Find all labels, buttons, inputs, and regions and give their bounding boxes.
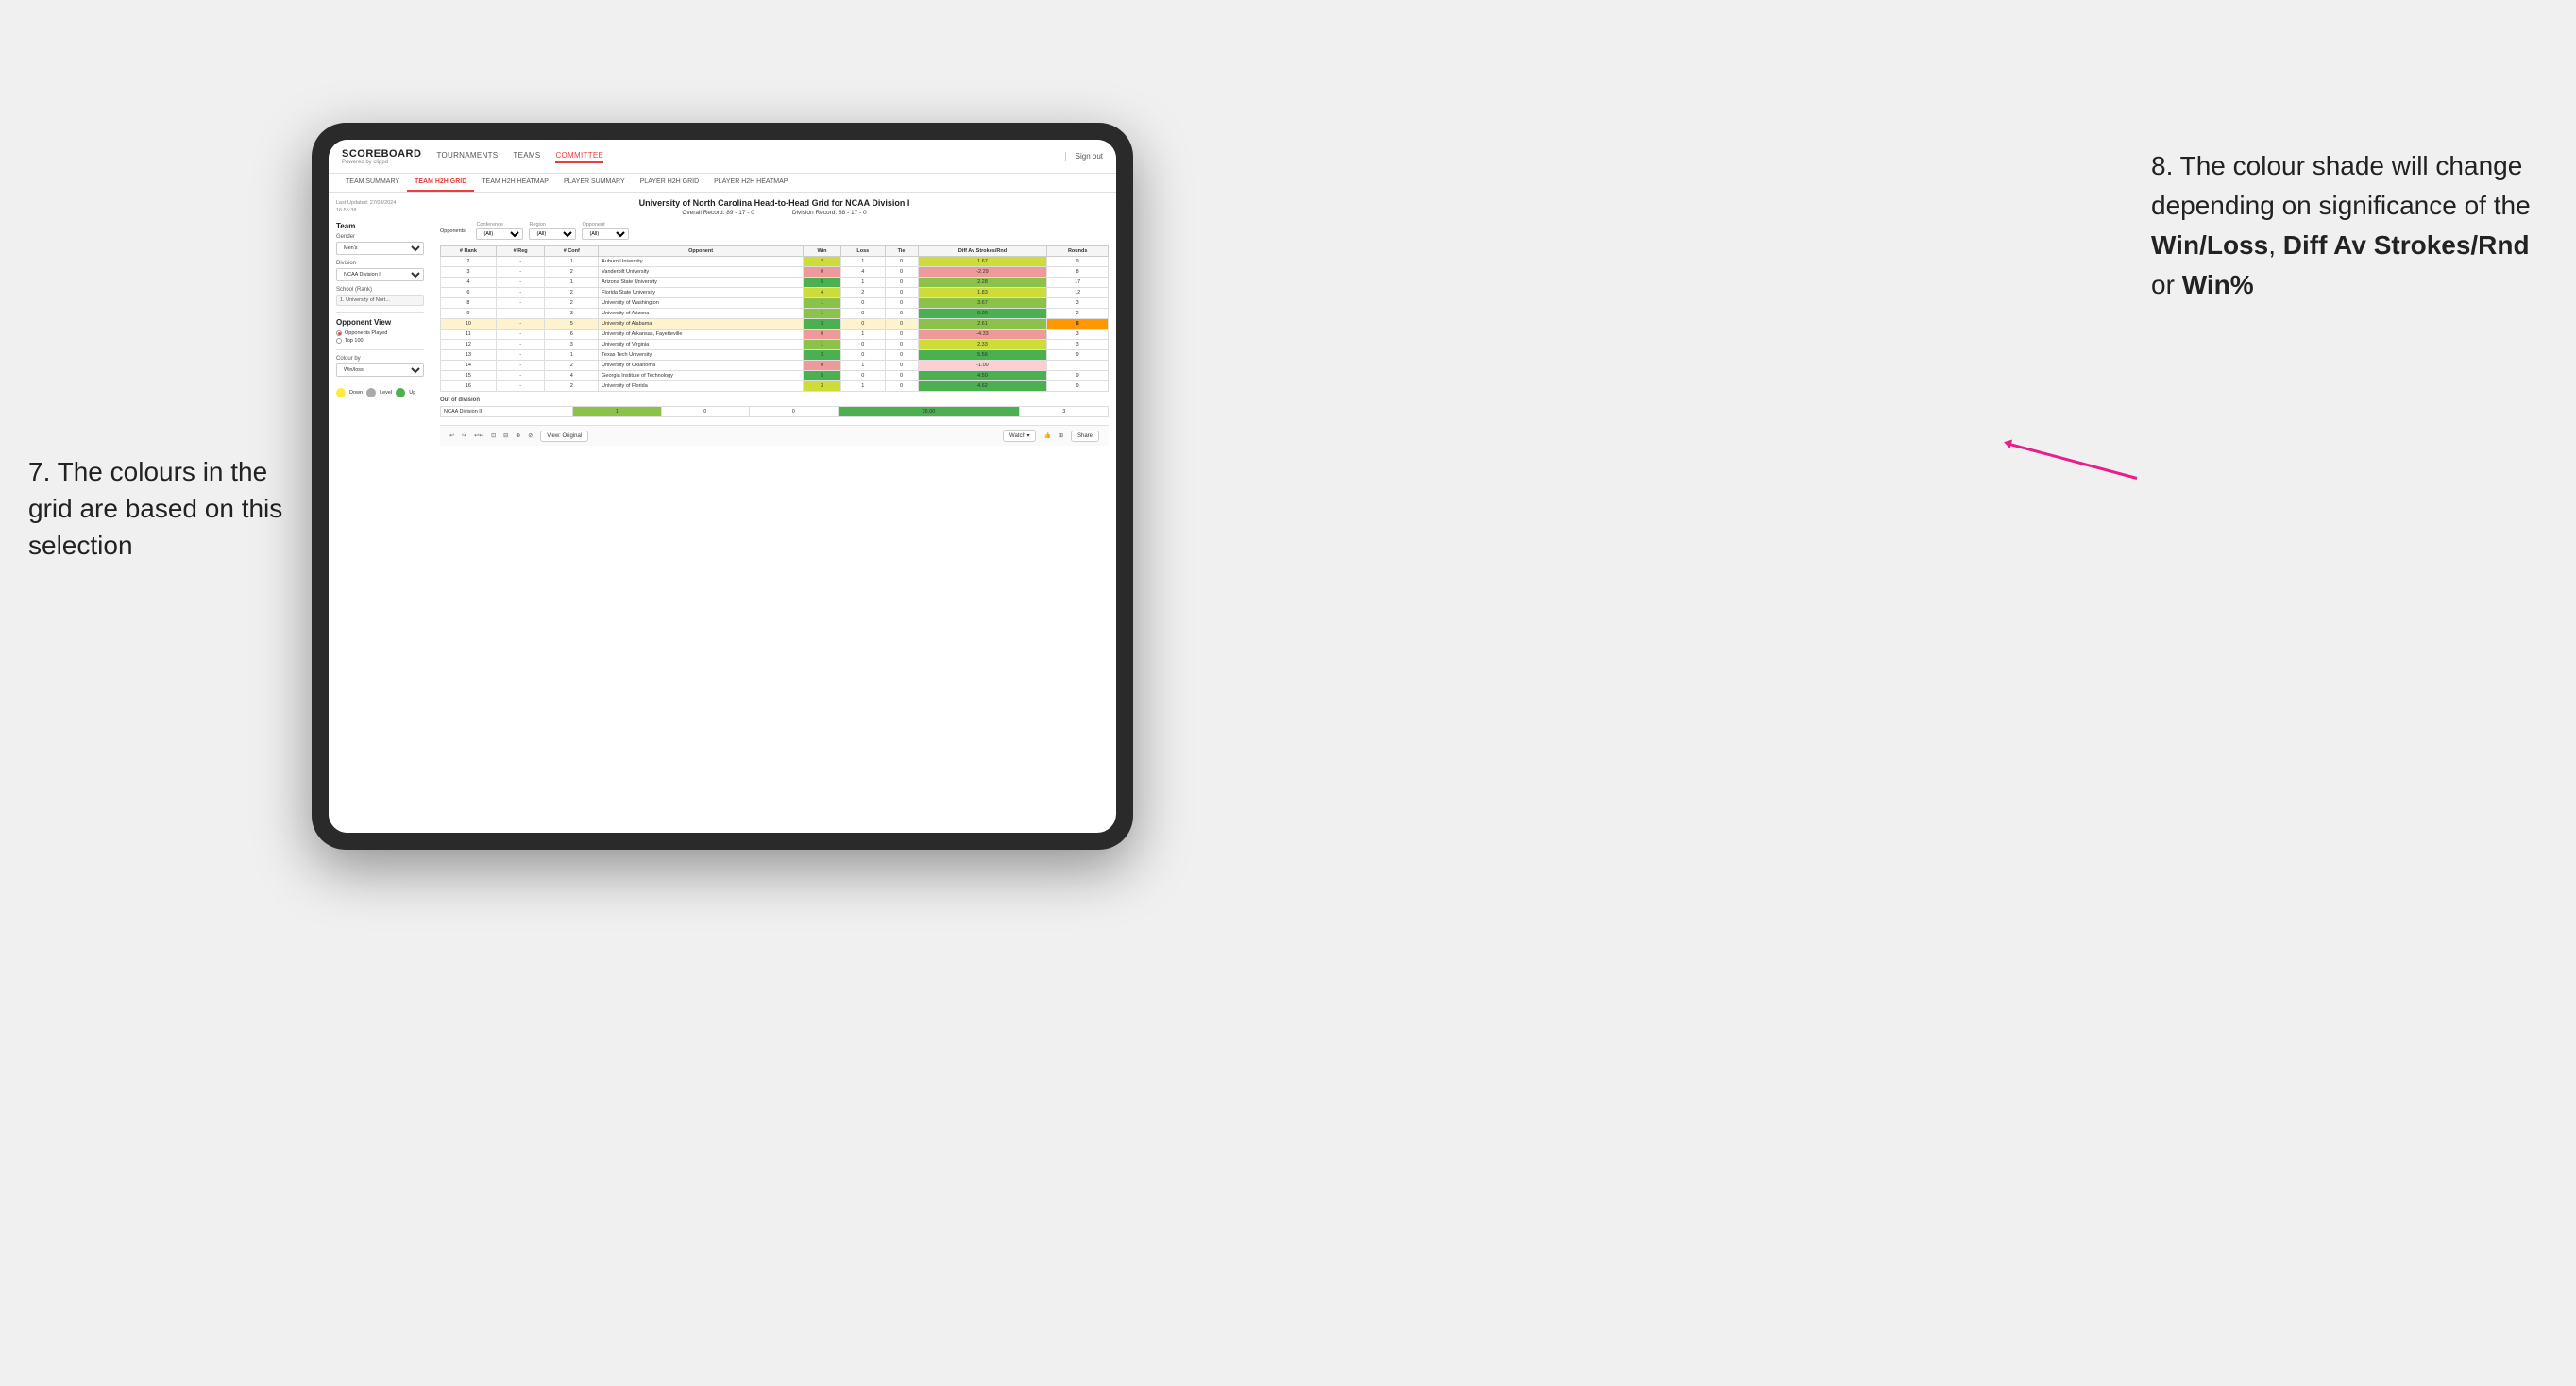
divider — [336, 312, 424, 313]
table-row: 15 - 4 Georgia Institute of Technology 5… — [441, 371, 1109, 381]
col-tie: Tie — [885, 246, 918, 257]
table-row: 16 - 2 University of Florida 3 1 0 4.62 … — [441, 381, 1109, 392]
table-row: 2 - 1 Auburn University 2 1 0 1.67 9 — [441, 257, 1109, 267]
grid-records: Overall Record: 89 - 17 - 0 Division Rec… — [440, 210, 1109, 216]
opponent-select[interactable]: (All) — [582, 228, 629, 240]
table-row: 14 - 2 University of Oklahoma 0 1 0 -1.0… — [441, 361, 1109, 371]
school-label: School (Rank) — [336, 287, 424, 293]
out-of-division-table: NCAA Division II 1 0 0 26.00 3 — [440, 406, 1109, 417]
col-loss: Loss — [841, 246, 886, 257]
grid-title: University of North Carolina Head-to-Hea… — [440, 198, 1109, 208]
sidebar: Last Updated: 27/03/2024 16:55:38 Team G… — [329, 193, 432, 833]
view-original-btn[interactable]: View: Original — [540, 431, 588, 442]
logo-sub: Powered by clippd — [342, 160, 421, 165]
col-rounds: Rounds — [1047, 246, 1109, 257]
out-of-division-header: Out of division — [440, 397, 1109, 403]
gender-select[interactable]: Men's — [336, 242, 424, 255]
main-content: Last Updated: 27/03/2024 16:55:38 Team G… — [329, 193, 1116, 833]
school-value: 1. University of Nort... — [336, 295, 424, 306]
radio-group: Opponents Played Top 100 — [336, 330, 424, 344]
radio-top100[interactable]: Top 100 — [336, 338, 424, 344]
conference-filter: Conference (All) — [476, 222, 523, 240]
division-select[interactable]: NCAA Division I — [336, 268, 424, 281]
legend-down-dot — [336, 388, 346, 397]
division-label: Division — [336, 261, 424, 266]
radio-dot-2 — [336, 338, 342, 344]
sub-nav: TEAM SUMMARY TEAM H2H GRID TEAM H2H HEAT… — [329, 174, 1116, 193]
annotation-left: 7. The colours in the grid are based on … — [28, 453, 293, 565]
h2h-table: # Rank # Reg # Conf Opponent Win Loss Ti… — [440, 245, 1109, 392]
filters-row: Opponents: Conference (All) Region (All) — [440, 222, 1109, 240]
subnav-team-summary[interactable]: TEAM SUMMARY — [338, 174, 407, 192]
table-body: 2 - 1 Auburn University 2 1 0 1.67 9 — [441, 257, 1109, 392]
annotation-right: 8. The colour shade will change dependin… — [2151, 146, 2548, 305]
table-row: 3 - 2 Vanderbilt University 0 4 0 -2.29 … — [441, 267, 1109, 278]
nav-items: TOURNAMENTS TEAMS COMMITTEE — [436, 149, 1064, 163]
table-row: 13 - 1 Texas Tech University 3 0 0 5.56 … — [441, 350, 1109, 361]
watch-btn[interactable]: Watch ▾ — [1003, 430, 1036, 442]
region-select[interactable]: (All) — [529, 228, 576, 240]
col-conf: # Conf — [545, 246, 599, 257]
subnav-player-summary[interactable]: PLAYER SUMMARY — [556, 174, 633, 192]
nav-tournaments[interactable]: TOURNAMENTS — [436, 149, 498, 163]
logo-text: SCOREBOARD — [342, 148, 421, 160]
col-rank: # Rank — [441, 246, 497, 257]
colour-by-select[interactable]: Win/loss — [336, 363, 424, 377]
nav-committee[interactable]: COMMITTEE — [555, 149, 603, 163]
table-header-row: # Rank # Reg # Conf Opponent Win Loss Ti… — [441, 246, 1109, 257]
region-filter: Region (All) — [529, 222, 576, 240]
subnav-team-h2h-grid[interactable]: TEAM H2H GRID — [407, 174, 474, 192]
subnav-player-h2h-heatmap[interactable]: PLAYER H2H HEATMAP — [706, 174, 795, 192]
radio-opponents-played[interactable]: Opponents Played — [336, 330, 424, 336]
colour-legend: Down Level Up — [336, 388, 424, 397]
table-row: 12 - 3 University of Virginia 1 0 0 2.33… — [441, 340, 1109, 350]
colour-by-label: Colour by — [336, 356, 424, 362]
table-row: 11 - 6 University of Arkansas, Fayettevi… — [441, 330, 1109, 340]
table-row-highlighted: 10 - 5 University of Alabama 3 0 0 2.61 … — [441, 319, 1109, 330]
opponent-view-label: Opponent View — [336, 318, 424, 327]
sign-out-link[interactable]: Sign out — [1065, 152, 1103, 161]
share-btn[interactable]: Share — [1071, 431, 1099, 442]
table-row: 4 - 1 Arizona State University 5 1 0 2.2… — [441, 278, 1109, 288]
tablet-screen: SCOREBOARD Powered by clippd TOURNAMENTS… — [329, 140, 1116, 833]
radio-dot-1 — [336, 330, 342, 336]
app-header: SCOREBOARD Powered by clippd TOURNAMENTS… — [329, 140, 1116, 174]
team-label: Team — [336, 222, 424, 230]
subnav-player-h2h-grid[interactable]: PLAYER H2H GRID — [633, 174, 707, 192]
tablet-frame: SCOREBOARD Powered by clippd TOURNAMENTS… — [312, 123, 1133, 850]
arrow-right — [2008, 443, 2137, 480]
logo-area: SCOREBOARD Powered by clippd — [342, 148, 421, 165]
legend-up-dot — [396, 388, 405, 397]
conference-select[interactable]: (All) — [476, 228, 523, 240]
opponents-label: Opponents: — [440, 228, 466, 234]
grid-area: University of North Carolina Head-to-Hea… — [432, 193, 1116, 833]
divider2 — [336, 349, 424, 350]
nav-teams[interactable]: TEAMS — [513, 149, 540, 163]
last-updated: Last Updated: 27/03/2024 16:55:38 — [336, 200, 424, 214]
col-opponent: Opponent — [599, 246, 804, 257]
table-row: 9 - 3 University of Arizona 1 0 0 9.00 2 — [441, 309, 1109, 319]
subnav-team-h2h-heatmap[interactable]: TEAM H2H HEATMAP — [474, 174, 556, 192]
col-reg: # Reg — [496, 246, 545, 257]
legend-level-dot — [366, 388, 376, 397]
opponent-filter: Opponent (All) — [582, 222, 629, 240]
table-row: 6 - 2 Florida State University 4 2 0 1.8… — [441, 288, 1109, 298]
table-row: 8 - 2 University of Washington 1 0 0 3.6… — [441, 298, 1109, 309]
col-diff: Diff Av Strokes/Rnd — [918, 246, 1047, 257]
col-win: Win — [804, 246, 841, 257]
gender-label: Gender — [336, 234, 424, 240]
out-of-division-row: NCAA Division II 1 0 0 26.00 3 — [441, 407, 1109, 417]
bottom-toolbar: ↩ ↪ ↩↩ ⊡ ⊟ ⊕ ⊘ View: Original Watch ▾ 👍 … — [440, 425, 1109, 446]
arrow-right-head — [2003, 437, 2012, 448]
